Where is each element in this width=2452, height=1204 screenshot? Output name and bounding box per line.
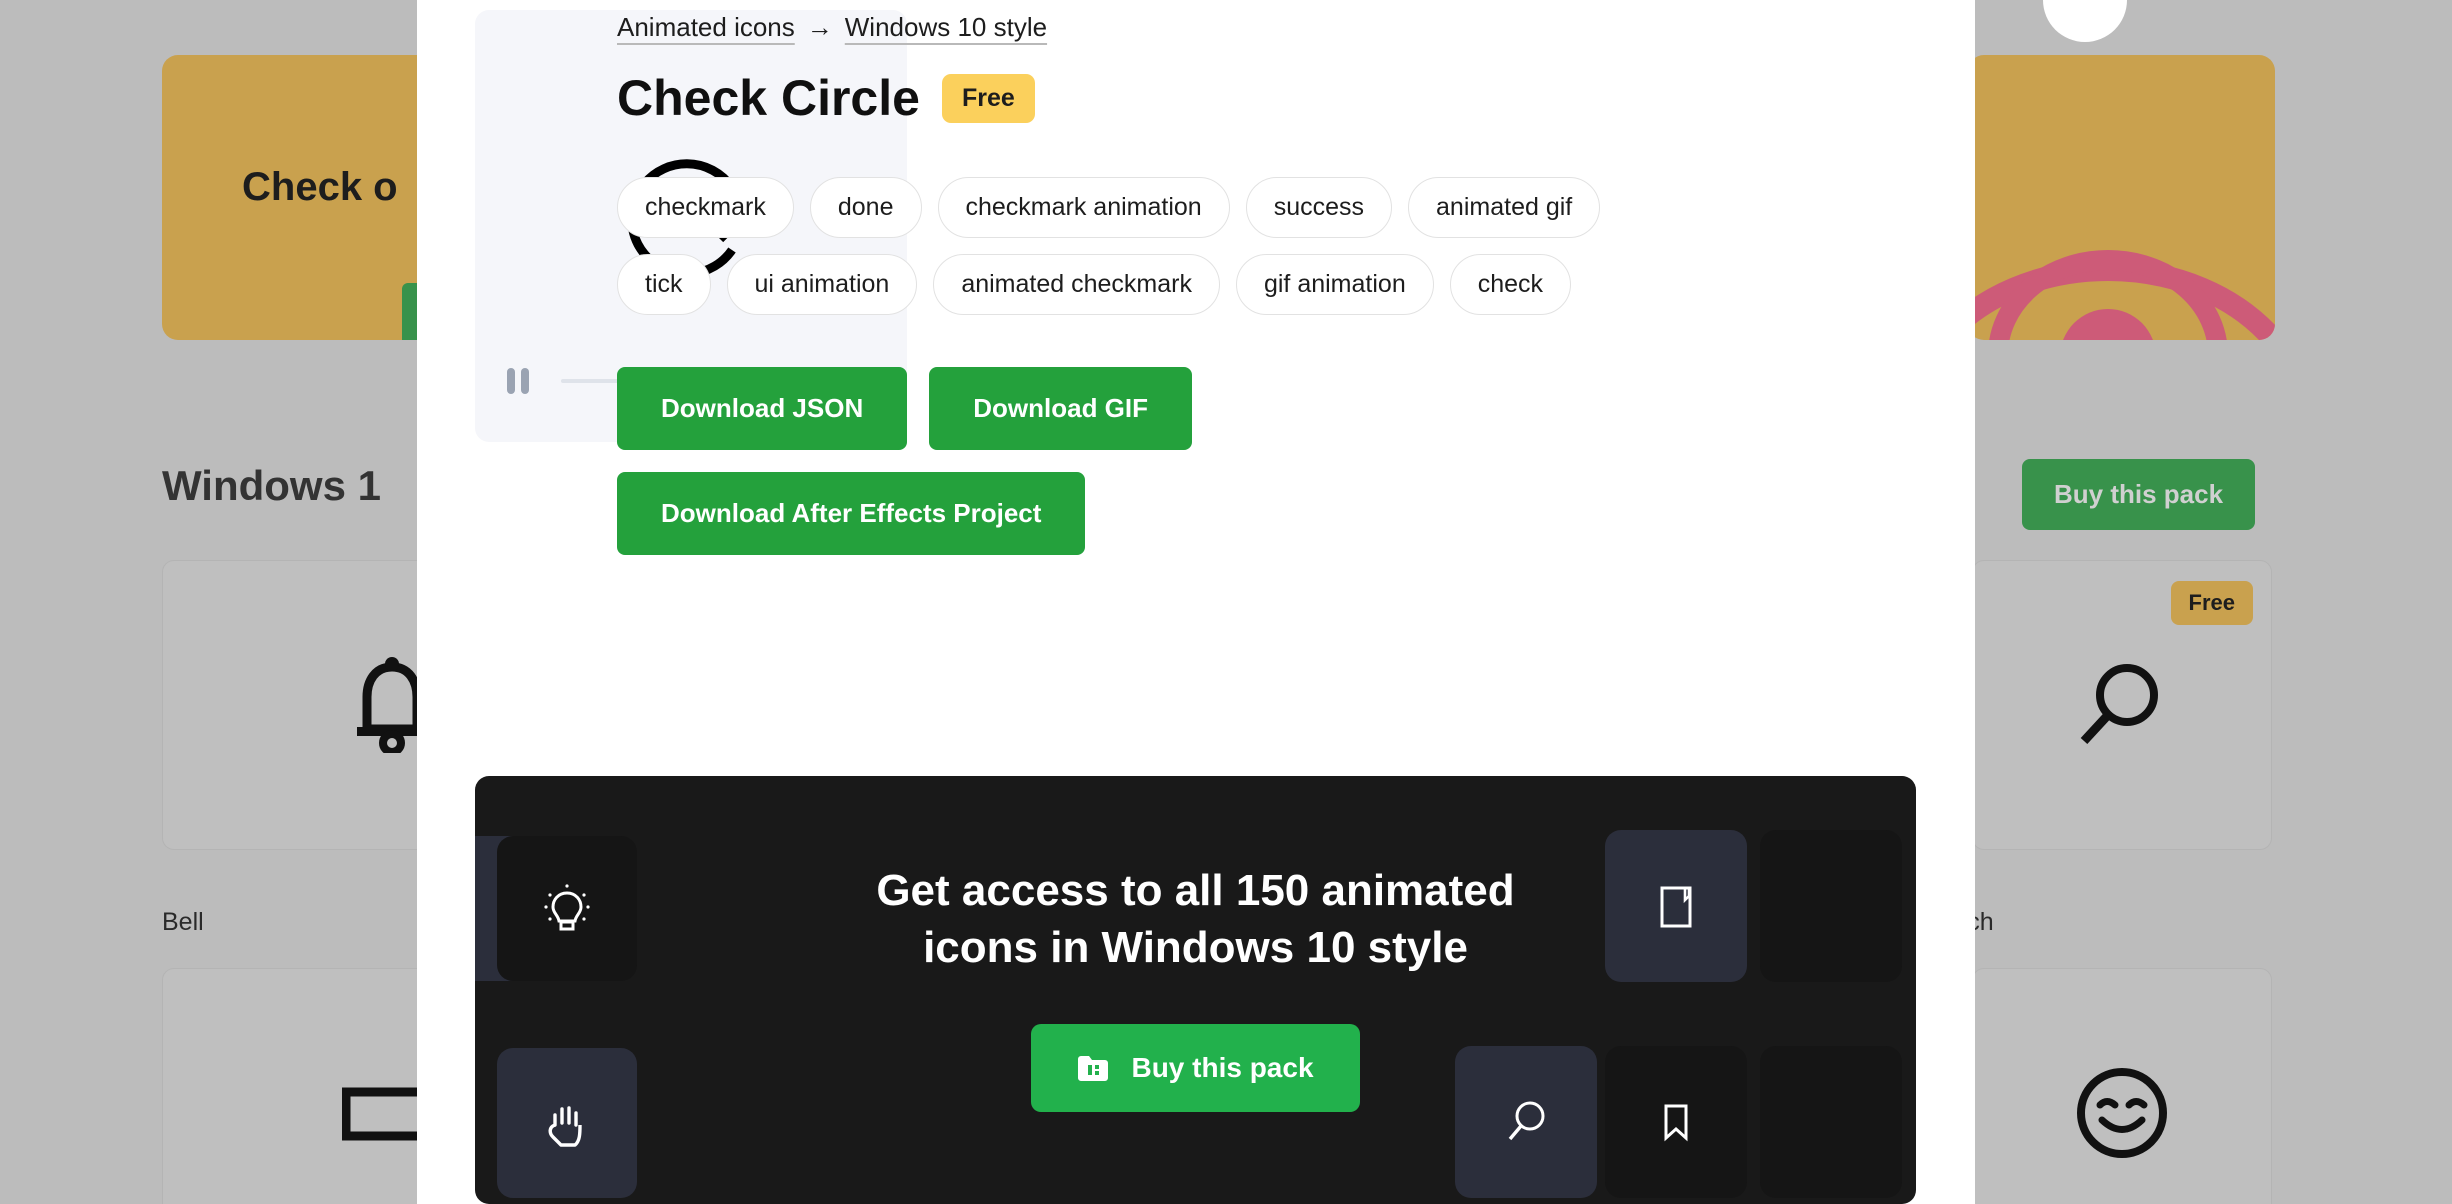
promo-banner: Get access to all 150 animated icons in … — [475, 776, 1916, 1204]
card-label-bell: Bell — [162, 908, 204, 936]
banner-headline: Get access to all 150 animated icons in … — [846, 862, 1546, 976]
folder-icon — [1078, 1056, 1109, 1082]
tag-chip[interactable]: tick — [617, 254, 711, 315]
banner-headline-line-2: icons in Windows 10 style — [923, 923, 1468, 973]
tag-list: checkmark done checkmark animation success a… — [617, 177, 1617, 315]
tag-chip[interactable]: gif animation — [1235, 254, 1434, 315]
tag-chip[interactable]: success — [1245, 177, 1393, 238]
download-gif-button[interactable]: Download GIF — [929, 367, 1193, 450]
buy-this-pack-label: Buy this pack — [1131, 1052, 1314, 1084]
tag-chip[interactable]: check — [1449, 254, 1572, 315]
buy-this-pack-button[interactable]: Buy this pack — [1031, 1024, 1360, 1113]
tag-chip[interactable]: checkmark animation — [937, 177, 1230, 238]
section-heading: Windows 1 — [162, 462, 381, 509]
pause-icon[interactable] — [507, 368, 531, 394]
icon-detail-column: Animated icons → Windows 10 style Check … — [617, 12, 1937, 555]
promo-card-left-title: Check o — [242, 165, 398, 209]
banner-content: Get access to all 150 animated icons in … — [475, 862, 1916, 1113]
promo-card-right[interactable] — [1968, 55, 2275, 340]
breadcrumb-separator-icon: → — [806, 12, 833, 42]
breadcrumb-item-animated-icons[interactable]: Animated icons — [617, 12, 795, 43]
smiley-yum-icon — [2077, 1068, 2167, 1158]
tag-chip[interactable]: ui animation — [726, 254, 918, 315]
tag-chip[interactable]: animated gif — [1408, 177, 1601, 238]
breadcrumb: Animated icons → Windows 10 style — [617, 12, 1937, 43]
tag-chip[interactable]: checkmark — [617, 177, 794, 238]
icon-card-search[interactable]: Free — [1972, 560, 2272, 850]
download-json-button[interactable]: Download JSON — [617, 367, 908, 450]
breadcrumb-item-windows-10-style[interactable]: Windows 10 style — [845, 12, 1047, 43]
icon-card-smiley[interactable] — [1972, 968, 2272, 1204]
eye-illustration-icon — [1968, 250, 2275, 340]
page-title: Check Circle — [617, 70, 920, 126]
download-button-row-1: Download JSON Download GIF — [617, 367, 1937, 450]
status-badge-free: Free — [941, 73, 1035, 123]
download-after-effects-button[interactable]: Download After Effects Project — [617, 472, 1086, 555]
search-icon — [2080, 664, 2158, 745]
tag-chip[interactable]: animated checkmark — [933, 254, 1220, 315]
banner-headline-line-1: Get access to all 150 animated — [876, 866, 1515, 915]
buy-this-pack-button-background[interactable]: Buy this pack — [2022, 459, 2256, 530]
icon-detail-modal: Animated icons → Windows 10 style Check … — [417, 0, 1975, 1204]
title-row: Check Circle Free — [617, 69, 1937, 127]
download-button-row-2: Download After Effects Project — [617, 472, 1937, 555]
free-badge: Free — [2170, 581, 2253, 625]
tag-chip[interactable]: done — [809, 177, 922, 238]
